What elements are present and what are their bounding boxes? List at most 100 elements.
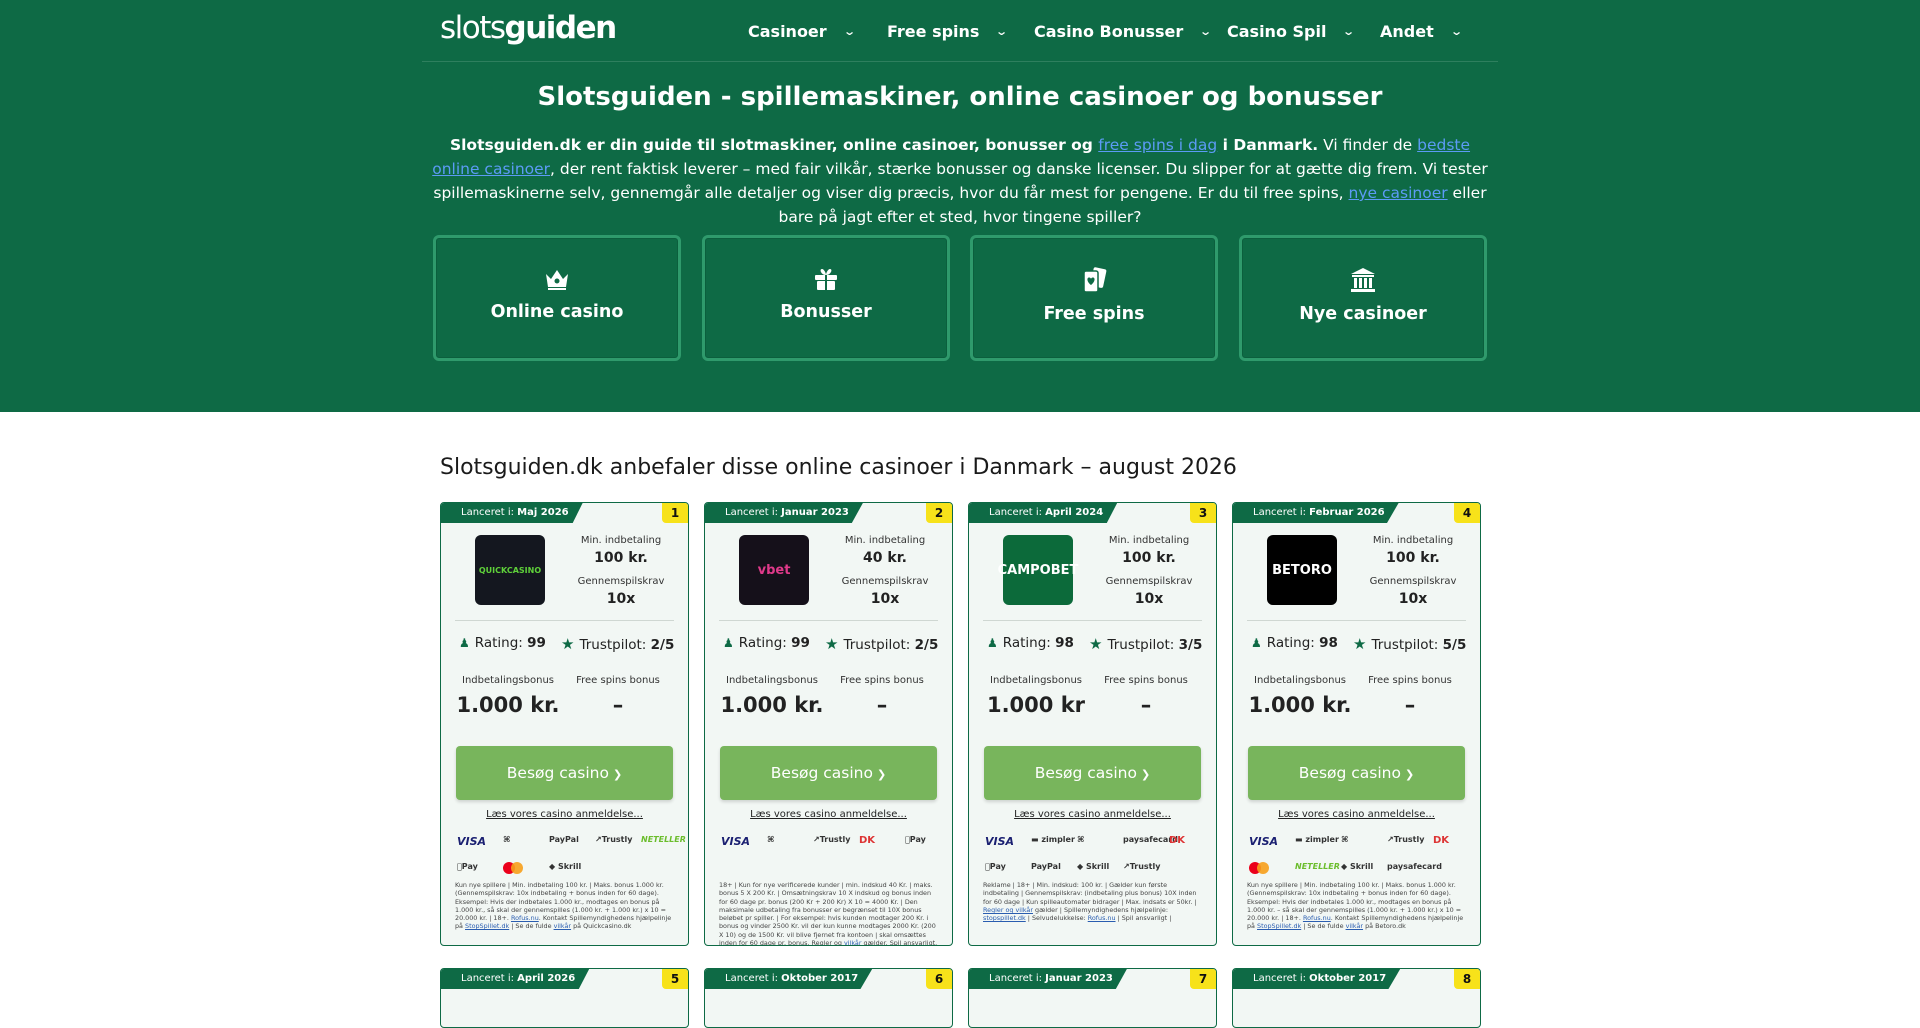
divider [983,620,1202,621]
tile-free-spins[interactable]: Free spins [970,235,1218,361]
visa-logo-icon: VISA [1249,835,1279,848]
launch-date-ribbon: Lanceret i: April 2024 [969,503,1118,523]
trustpilot-label: Trustpilot: [579,637,651,653]
nav-casino-spil[interactable]: Casino Spil ⌄ [1227,22,1356,41]
read-review-link[interactable]: Læs vores casino anmeldelse... [705,809,952,820]
visa-logo-icon: VISA [457,835,487,848]
nav-label: Casino Spil [1227,22,1327,41]
rating-value: 99 [527,635,546,651]
terms-link[interactable]: StopSpillet.dk [1257,922,1301,930]
new-casinos-link[interactable]: nye casinoer [1349,184,1448,202]
min-deposit-value: 40 kr. [863,550,907,566]
rating-icon: ♟ [459,636,470,650]
launch-date-ribbon: Lanceret i: Januar 2023 [705,503,863,523]
launch-date: Oktober 2017 [781,973,859,984]
launch-date: April 2026 [517,973,576,984]
read-review-link[interactable]: Læs vores casino anmeldelse... [441,809,688,820]
terms-link[interactable]: Rofus.nu [511,914,539,922]
visit-casino-button[interactable]: Besøg casino ❯ [984,746,1201,800]
nav-free-spins[interactable]: Free spins ⌄ [887,22,1009,41]
star-icon: ★ [825,635,839,653]
terms-link[interactable]: Rofus.nu [1088,914,1116,922]
terms-link[interactable]: StopSpillet.dk [465,922,509,930]
casino-logo[interactable]: QUICKCASINO [475,535,545,605]
star-icon: ★ [1353,635,1367,653]
logo-light-text: slots [440,10,506,46]
free-spins-link[interactable]: free spins i dag [1098,136,1217,154]
nav-casinoer[interactable]: Casinoer ⌄ [748,22,856,41]
launch-label: Lanceret i: [725,973,782,984]
visit-casino-button[interactable]: Besøg casino ❯ [456,746,673,800]
bank-building-icon [1351,268,1375,292]
launch-date: Januar 2023 [781,507,849,518]
rank-badge: 3 [1190,503,1216,523]
chevron-down-icon: ⌄ [1342,25,1356,38]
terms-link[interactable]: Regler og vilkår [983,906,1033,914]
min-deposit-value: 100 kr. [1122,550,1176,566]
rank-badge: 5 [662,969,688,989]
rating-label: Rating: [1266,635,1320,651]
wagering-value: 10x [1398,591,1428,607]
tile-label: Nye casinoer [1299,304,1427,324]
tile-label: Online casino [490,302,624,322]
skrill-logo-icon: ◆ Skrill [1341,862,1374,871]
terms-text: på Betoro.dk [1363,922,1406,931]
mastercard-logo-icon [503,862,523,874]
rating-value: 99 [791,635,810,651]
visit-casino-button[interactable]: Besøg casino ❯ [720,746,937,800]
casino-card: Lanceret i: Maj 2026 1 QUICKCASINO Min. ind… [440,502,689,946]
trustpilot-score: ★ Trustpilot: 5/5 [1353,635,1466,653]
casino-logo-text: BETORO [1272,562,1332,578]
mastercard-logo-icon [1249,862,1269,874]
terms-fine-print: Kun nye spillere | Min. indbetaling 100 … [1247,881,1468,931]
casino-logo[interactable]: vbet [739,535,809,605]
neteller-logo-icon: NETELLER [641,835,686,844]
terms-link[interactable]: Rofus.nu [1303,914,1331,922]
terms-link[interactable]: vilkår [554,922,571,930]
visit-label: Besøg casino [770,764,873,782]
terms-fine-print: Kun nye spillere | Min. indbetaling 100 … [455,881,676,931]
visit-label: Besøg casino [1298,764,1401,782]
read-review-link[interactable]: Læs vores casino anmeldelse... [969,809,1216,820]
wagering-value: 10x [1134,591,1164,607]
rating-value: 98 [1319,635,1338,651]
nav-casino-bonusser[interactable]: Casino Bonusser ⌄ [1034,22,1213,41]
terms-link[interactable]: stopspillet.dk [983,914,1026,922]
tile-bonusser[interactable]: Bonusser [702,235,950,361]
chevron-down-icon: ⌄ [1199,25,1213,38]
tile-nye-casinoer[interactable]: Nye casinoer [1239,235,1487,361]
rating-icon: ♟ [987,636,998,650]
casino-card: Lanceret i: Oktober 2017 8 [1232,968,1481,1028]
rating-label: Rating: [738,635,792,651]
paysafecard-logo-icon: paysafecard [1387,862,1442,871]
launch-date-ribbon: Lanceret i: Februar 2026 [1233,503,1399,523]
freespins-bonus-label: Free spins bonus [840,675,924,686]
casino-logo[interactable]: CAMPOBET [998,535,1078,605]
divider [455,620,674,621]
freespins-bonus-value: – [1140,693,1152,717]
site-logo[interactable]: slotsguiden [440,10,617,46]
tile-online-casino[interactable]: Online casino [433,235,681,361]
launch-date: Oktober 2017 [1309,973,1387,984]
launch-date: April 2024 [1045,507,1104,518]
nav-andet[interactable]: Andet ⌄ [1380,22,1463,41]
terms-link[interactable]: vilkår [844,939,861,945]
casino-logo[interactable]: BETORO [1267,535,1337,605]
section-title: Slotsguiden.dk anbefaler disse online ca… [440,455,1237,480]
terms-fine-print: 18+ | Kun for nye verificerede kunder | … [719,881,940,945]
trustpilot-label: Trustpilot: [1371,637,1443,653]
launch-label: Lanceret i: [461,507,518,518]
hero-section: slotsguiden Casinoer ⌄ Free spins ⌄ Casino… [0,0,1920,412]
terms-text: Reklame | 18+ | Min. indskud: 100 kr. | … [983,881,1197,906]
read-review-link[interactable]: Læs vores casino anmeldelse... [1233,809,1480,820]
divider [719,620,938,621]
terms-link[interactable]: vilkår [1346,922,1363,930]
zimpler-logo-icon: ▬ zimpler [1031,835,1075,844]
visit-casino-button[interactable]: Besøg casino ❯ [1248,746,1465,800]
apple-pay-icon: ⌘ [503,835,511,844]
deposit-bonus-value: 1.000 kr. [1248,693,1352,717]
star-icon: ★ [1089,635,1103,653]
rating-score: ♟ Rating: 99 [459,635,546,651]
launch-date-ribbon: Lanceret i: Oktober 2017 [1233,969,1401,989]
launch-date-ribbon: Lanceret i: April 2026 [441,969,590,989]
